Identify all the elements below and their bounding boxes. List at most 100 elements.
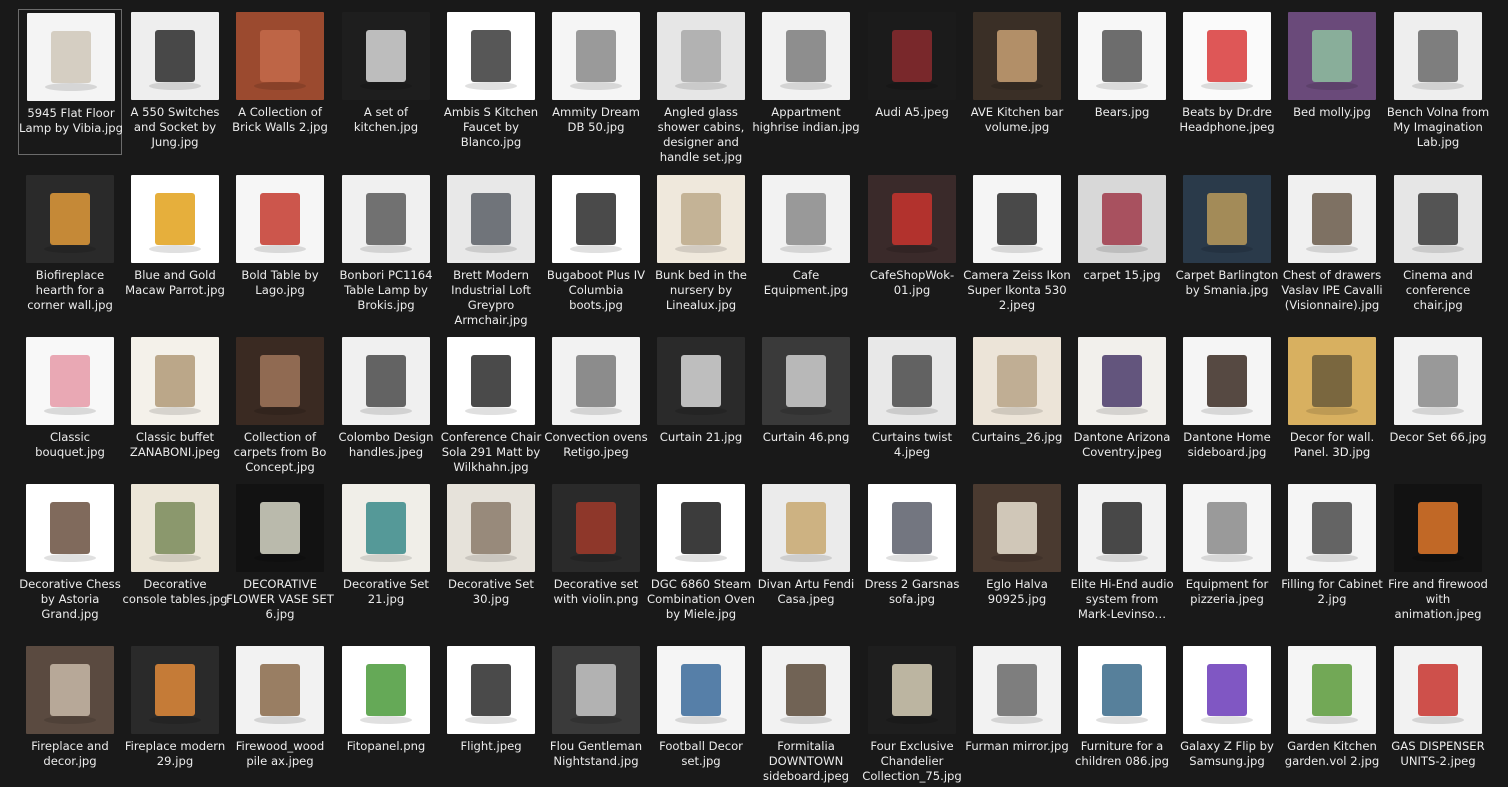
file-name: Dantone Home sideboard.jpg — [1183, 430, 1271, 459]
file-thumbnail — [26, 484, 114, 572]
file-item[interactable]: Decorative set with violin.png — [544, 481, 648, 621]
file-thumbnail — [1078, 175, 1166, 263]
file-item[interactable]: Cinema and conference chair.jpg — [1386, 172, 1490, 312]
file-item[interactable]: Fireplace modern 29.jpg — [123, 643, 227, 783]
file-item[interactable]: Audi A5.jpeg — [860, 9, 964, 149]
file-item[interactable]: Decorative console tables.jpg — [122, 481, 228, 621]
file-item[interactable]: Decor for wall. Panel. 3D.jpg — [1280, 334, 1384, 474]
file-item[interactable]: A Collection of Brick Walls 2.jpg — [228, 9, 332, 149]
file-item[interactable]: Filling for Cabinet 2.jpg — [1280, 481, 1384, 621]
file-item[interactable]: Colombo Design handles.jpeg — [334, 334, 438, 474]
file-thumbnail — [868, 646, 956, 734]
file-name: Chest of drawers Vaslav IPE Cavalli (Vis… — [1281, 268, 1383, 312]
file-item[interactable]: Bugaboot Plus IV Columbia boots.jpg — [544, 172, 648, 312]
file-item[interactable]: Fire and firewood with animation.jpeg — [1386, 481, 1490, 621]
file-item[interactable]: Carpet Barlington by Smania.jpg — [1175, 172, 1279, 312]
file-name: DGC 6860 Steam Combination Oven by Miele… — [647, 577, 755, 621]
file-item[interactable]: Ammity Dream DB 50.jpg — [544, 9, 648, 149]
file-item[interactable]: Curtain 21.jpg — [649, 334, 753, 474]
file-item[interactable]: Eglo Halva 90925.jpg — [965, 481, 1069, 621]
file-item[interactable]: Decorative Set 21.jpg — [334, 481, 438, 621]
file-item[interactable]: DECORATIVE FLOWER VASE SET 6.jpg — [226, 481, 334, 621]
file-item[interactable]: GAS DISPENSER UNITS-2.jpeg — [1386, 643, 1490, 783]
file-thumbnail — [657, 12, 745, 100]
file-thumbnail — [1183, 12, 1271, 100]
file-item[interactable]: Bonbori PC1164 Table Lamp by Brokis.jpg — [334, 172, 438, 312]
fireplace-icon — [44, 664, 96, 724]
file-item[interactable]: Formitalia DOWNTOWN sideboard.jpeg — [754, 643, 858, 783]
file-thumbnail — [26, 646, 114, 734]
file-item[interactable]: Furman mirror.jpg — [965, 643, 1069, 783]
file-item[interactable]: Elite Hi-End audio system from Mark-Levi… — [1070, 481, 1174, 621]
file-item[interactable]: Conference Chair Sola 291 Matt by Wilkha… — [439, 334, 543, 474]
file-item[interactable]: Collection of carpets from Bo Concept.jp… — [228, 334, 332, 474]
file-item[interactable]: Football Decor set.jpg — [649, 643, 753, 783]
file-item[interactable]: Divan Artu Fendi Casa.jpeg — [754, 481, 858, 621]
file-item[interactable]: Flou Gentleman Nightstand.jpg — [544, 643, 648, 783]
file-item[interactable]: Appartment highrise indian.jpg — [752, 9, 860, 149]
file-item[interactable]: CafeShopWok-01.jpg — [860, 172, 964, 312]
file-item[interactable]: Bench Volna from My Imagination Lab.jpg — [1386, 9, 1490, 149]
file-item[interactable]: Bold Table by Lago.jpg — [228, 172, 332, 312]
file-item[interactable]: Decorative Chess by Astoria Grand.jpg — [18, 481, 122, 621]
file-item[interactable]: Curtains twist 4.jpeg — [860, 334, 964, 474]
file-item[interactable]: Garden Kitchen garden.vol 2.jpg — [1280, 643, 1384, 783]
file-thumbnail — [1183, 484, 1271, 572]
file-item[interactable]: Bears.jpg — [1070, 9, 1174, 149]
file-item[interactable]: Classic buffet ZANABONI.jpeg — [123, 334, 227, 474]
file-item[interactable]: Blue and Gold Macaw Parrot.jpg — [123, 172, 227, 312]
file-item[interactable]: Cafe Equipment.jpg — [754, 172, 858, 312]
oven-icon — [570, 355, 622, 415]
car-icon — [886, 30, 938, 90]
file-item[interactable]: Equipment for pizzeria.jpeg — [1175, 481, 1279, 621]
file-name: Football Decor set.jpg — [659, 739, 743, 768]
file-name: Blue and Gold Macaw Parrot.jpg — [125, 268, 225, 297]
file-item[interactable]: Angled glass shower cabins, designer and… — [649, 9, 753, 164]
carpet-icon — [1201, 193, 1253, 253]
file-item[interactable]: AVE Kitchen bar volume.jpg — [965, 9, 1069, 149]
file-item[interactable]: Bunk bed in the nursery by Linealux.jpg — [649, 172, 753, 312]
file-item[interactable]: Beats by Dr.dre Headphone.jpeg — [1175, 9, 1279, 149]
file-thumbnail — [552, 646, 640, 734]
file-thumbnail — [1078, 337, 1166, 425]
file-item[interactable]: DGC 6860 Steam Combination Oven by Miele… — [647, 481, 755, 621]
file-item[interactable]: Dantone Arizona Coventry.jpeg — [1070, 334, 1174, 474]
file-item[interactable]: carpet 15.jpg — [1070, 172, 1174, 312]
file-item[interactable]: Convection ovens Retigo.jpeg — [544, 334, 648, 474]
file-item[interactable]: A set of kitchen.jpg — [334, 9, 438, 149]
file-thumbnail — [552, 12, 640, 100]
file-item[interactable]: Fireplace and decor.jpg — [18, 643, 122, 783]
file-item[interactable]: Biofireplace hearth for a corner wall.jp… — [18, 172, 122, 312]
cafe-icon — [780, 193, 832, 253]
file-item[interactable]: Decorative Set 30.jpg — [439, 481, 543, 621]
file-thumbnail — [1288, 337, 1376, 425]
file-item[interactable]: Firewood_wood pile ax.jpeg — [228, 643, 332, 783]
file-item[interactable]: 5945 Flat Floor Lamp by Vibia.jpg — [18, 9, 123, 155]
file-item[interactable]: Chest of drawers Vaslav IPE Cavalli (Vis… — [1280, 172, 1384, 312]
file-thumbnail — [762, 646, 850, 734]
file-item[interactable]: Classic bouquet.jpg — [18, 334, 122, 474]
file-item[interactable]: Fitopanel.png — [334, 643, 438, 783]
handle-icon — [360, 355, 412, 415]
file-item[interactable]: Dress 2 Garsnas sofa.jpg — [860, 481, 964, 621]
file-name: Bunk bed in the nursery by Linealux.jpg — [655, 268, 747, 312]
file-item[interactable]: Curtains_26.jpg — [965, 334, 1069, 474]
file-item[interactable]: Four Exclusive Chandelier Collection_75.… — [860, 643, 964, 783]
file-item[interactable]: Flight.jpeg — [439, 643, 543, 783]
file-name: Decorative Chess by Astoria Grand.jpg — [19, 577, 121, 621]
file-item[interactable]: Curtain 46.png — [754, 334, 858, 474]
speaker-icon — [1096, 502, 1148, 562]
file-item[interactable]: Bed molly.jpg — [1280, 9, 1384, 149]
curtain-icon — [675, 355, 727, 415]
file-item[interactable]: Camera Zeiss Ikon Super Ikonta 530 2.jpe… — [963, 172, 1071, 312]
file-thumbnail — [657, 646, 745, 734]
shower-icon — [675, 30, 727, 90]
file-item[interactable]: Galaxy Z Flip by Samsung.jpg — [1175, 643, 1279, 783]
file-item[interactable]: Furniture for a children 086.jpg — [1070, 643, 1174, 783]
file-item[interactable]: Ambis S Kitchen Faucet by Blanco.jpg — [439, 9, 543, 149]
file-item[interactable]: Decor Set 66.jpg — [1386, 334, 1490, 474]
file-item[interactable]: A 550 Switches and Socket by Jung.jpg — [123, 9, 227, 149]
file-name: Flight.jpeg — [460, 739, 522, 753]
file-item[interactable]: Dantone Home sideboard.jpg — [1175, 334, 1279, 474]
file-item[interactable]: Brett Modern Industrial Loft Greypro Arm… — [439, 172, 543, 327]
